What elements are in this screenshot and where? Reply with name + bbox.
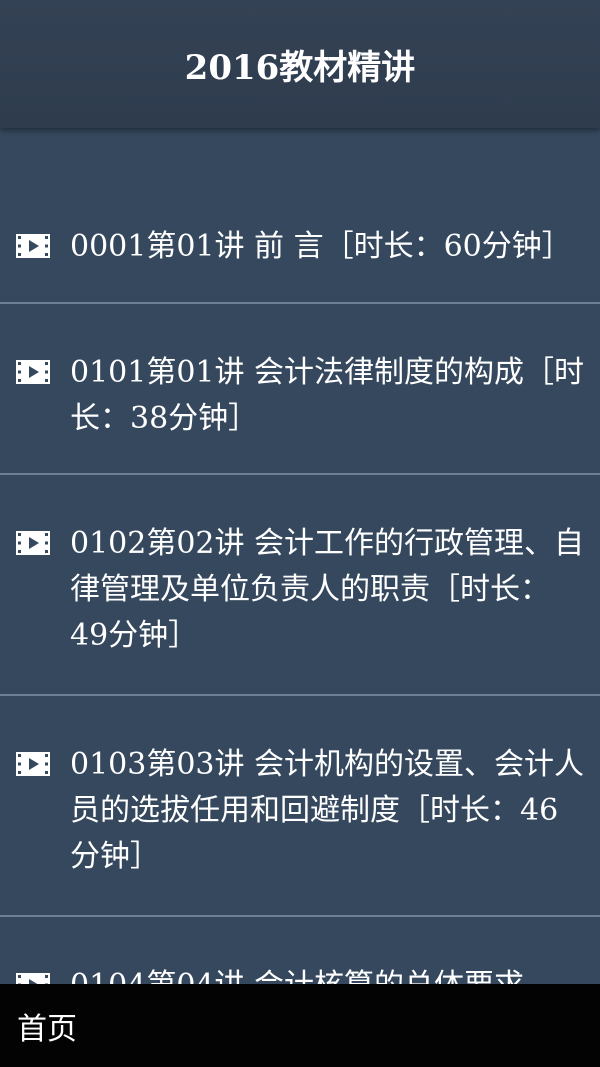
- list-top-spacer: [0, 128, 600, 178]
- lecture-item[interactable]: 0104第04讲 会计核算的总体要求: [0, 917, 600, 984]
- video-film-icon: [16, 234, 50, 258]
- lecture-title: 0101第01讲 会计法律制度的构成［时长：38分钟］: [70, 355, 585, 436]
- video-film-icon: [16, 531, 50, 555]
- home-tab[interactable]: 首页: [17, 1004, 77, 1048]
- bottom-nav-bar: 首页: [0, 984, 600, 1067]
- lecture-item[interactable]: 0102第02讲 会计工作的行政管理、自律管理及单位负责人的职责［时长：49分钟…: [0, 475, 600, 696]
- page-title: 2016教材精讲: [184, 47, 416, 88]
- video-film-icon: [16, 973, 50, 984]
- lecture-title: 0001第01讲 前 言［时长：60分钟］: [70, 229, 572, 264]
- lecture-item[interactable]: 0001第01讲 前 言［时长：60分钟］: [0, 178, 600, 304]
- title-bar: 2016教材精讲: [0, 0, 600, 128]
- lecture-list[interactable]: 0001第01讲 前 言［时长：60分钟］ 0101第01讲 会计法律制度的构成…: [0, 128, 600, 984]
- lecture-title: 0102第02讲 会计工作的行政管理、自律管理及单位负责人的职责［时长：49分钟…: [70, 526, 585, 653]
- video-film-icon: [16, 360, 50, 384]
- lecture-title: 0103第03讲 会计机构的设置、会计人员的选拔任用和回避制度［时长：46分钟］: [70, 747, 585, 874]
- lecture-title: 0104第04讲 会计核算的总体要求: [70, 963, 586, 984]
- lecture-item[interactable]: 0103第03讲 会计机构的设置、会计人员的选拔任用和回避制度［时长：46分钟］: [0, 696, 600, 917]
- video-film-icon: [16, 752, 50, 776]
- lecture-item[interactable]: 0101第01讲 会计法律制度的构成［时长：38分钟］: [0, 304, 600, 475]
